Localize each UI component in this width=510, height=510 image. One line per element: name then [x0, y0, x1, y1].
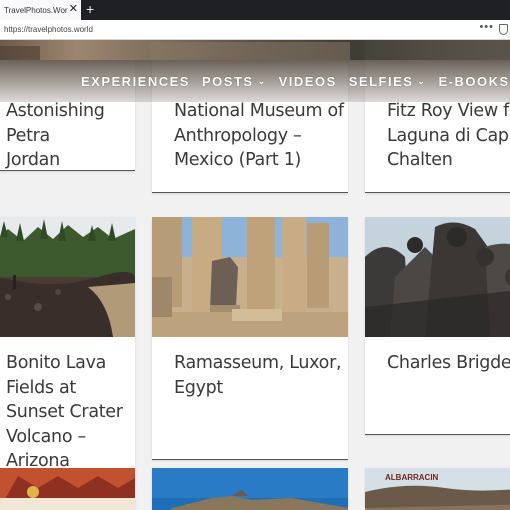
- page-content: Astonishing Petra Jordan National Museum…: [0, 40, 510, 510]
- post-title[interactable]: Astonishing Petra Jordan: [6, 99, 135, 173]
- post-card[interactable]: Charles Brigde: [365, 217, 510, 435]
- post-thumbnail[interactable]: [152, 217, 348, 337]
- post-thumbnail[interactable]: [0, 468, 135, 510]
- url-text[interactable]: https://travelphotos.world: [4, 25, 93, 34]
- post-title[interactable]: Charles Brigde: [387, 351, 510, 376]
- browser-tab[interactable]: TravelPhotos.World - Virtual Tra ✕: [0, 0, 81, 20]
- page-actions-menu-icon[interactable]: •••: [479, 21, 494, 33]
- post-thumbnail[interactable]: [152, 468, 348, 510]
- nav-item-posts[interactable]: POSTS ⌄: [202, 74, 267, 89]
- post-thumbnail[interactable]: [0, 217, 135, 337]
- tab-title: TravelPhotos.World - Virtual Tra: [4, 5, 68, 15]
- nav-item-videos[interactable]: VIDEOS: [279, 74, 337, 89]
- chevron-down-icon: ⌄: [417, 75, 427, 86]
- shield-icon[interactable]: [499, 24, 508, 35]
- nav-item-ebooks[interactable]: E-BOOKS⌄: [438, 74, 510, 89]
- post-card[interactable]: Ramasseum, Luxor, Egypt: [152, 217, 348, 460]
- tab-close-icon[interactable]: ✕: [69, 4, 78, 15]
- post-title[interactable]: Ramasseum, Luxor, Egypt: [174, 351, 342, 400]
- nav-item-selfies[interactable]: SELFIES ⌄: [349, 74, 427, 89]
- nav-item-experiences[interactable]: EXPERIENCES: [81, 74, 190, 89]
- post-card[interactable]: Bonito Lava Fields at Sunset Crater Volc…: [0, 217, 135, 485]
- address-bar[interactable]: https://travelphotos.world •••: [0, 20, 510, 40]
- albarracin-thumb-text: ALBARRACIN: [385, 473, 439, 482]
- new-tab-button[interactable]: +: [86, 1, 94, 17]
- browser-tab-bar: TravelPhotos.World - Virtual Tra ✕ +: [0, 0, 510, 20]
- post-thumbnail[interactable]: [365, 217, 510, 337]
- chevron-down-icon: ⌄: [257, 75, 267, 86]
- post-card[interactable]: ALBARRACIN: [365, 468, 510, 510]
- post-thumbnail[interactable]: ALBARRACIN: [365, 468, 510, 510]
- post-title[interactable]: National Museum of Anthropology – Mexico…: [174, 99, 344, 173]
- post-title[interactable]: Bonito Lava Fields at Sunset Crater Volc…: [6, 351, 135, 474]
- post-card[interactable]: [0, 468, 135, 510]
- post-card[interactable]: [152, 468, 348, 510]
- main-navigation: EXPERIENCES POSTS ⌄ VIDEOS SELFIES ⌄ E-BOO…: [68, 60, 510, 102]
- post-title[interactable]: Fitz Roy View from Laguna di Capri – Cha…: [387, 99, 510, 173]
